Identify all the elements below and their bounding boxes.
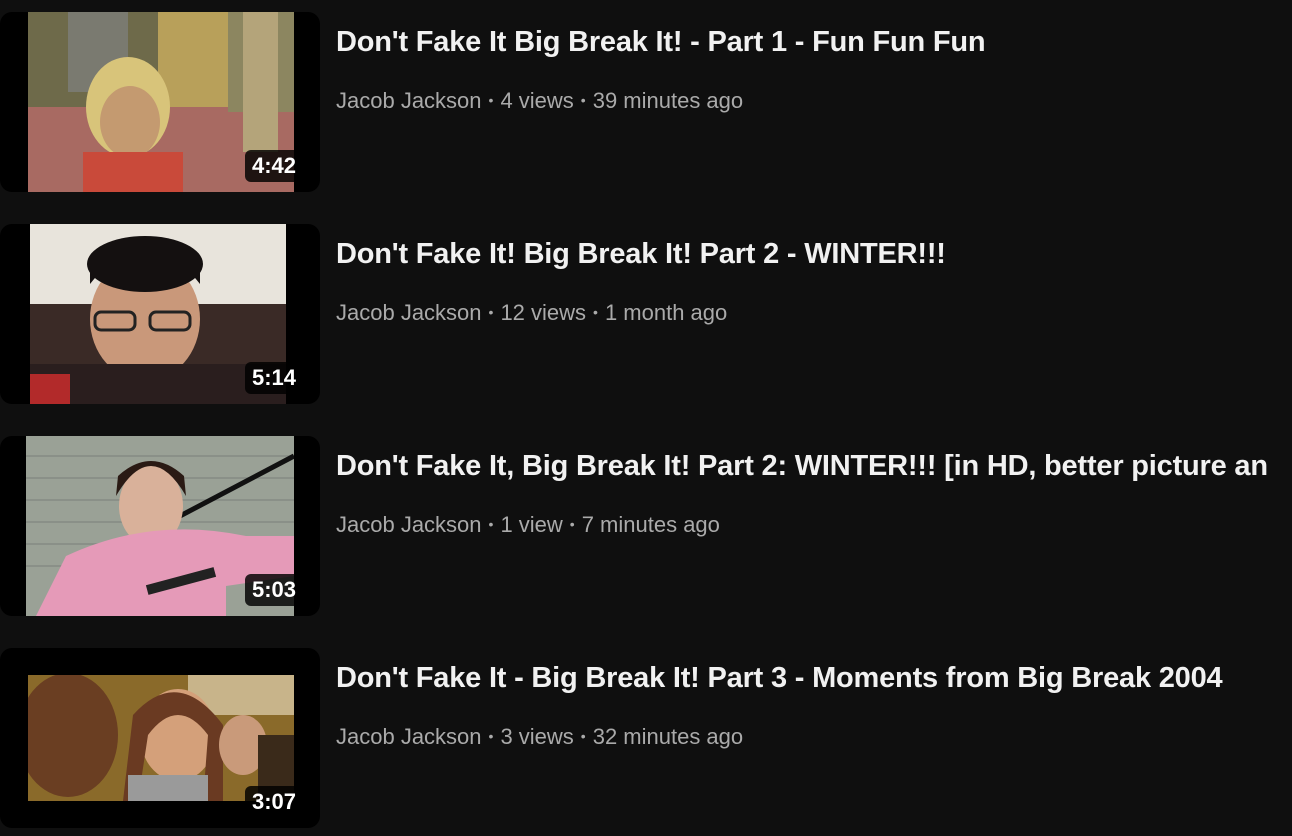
view-count: 1 view <box>500 512 563 537</box>
separator-dot: • <box>488 728 494 744</box>
video-item[interactable]: 4:42 Don't Fake It Big Break It! - Part … <box>0 12 1292 194</box>
upload-age: 32 minutes ago <box>592 724 744 749</box>
view-count: 3 views <box>500 724 574 749</box>
channel-name[interactable]: Jacob Jackson <box>336 724 482 749</box>
video-byline: Jacob Jackson • 1 view • 7 minutes ago <box>336 512 720 538</box>
thumbnail-image <box>28 675 294 801</box>
video-byline: Jacob Jackson • 3 views • 32 minutes ago <box>336 724 743 750</box>
separator-dot: • <box>593 304 598 320</box>
video-thumbnail[interactable]: 3:07 <box>0 648 320 828</box>
video-title[interactable]: Don't Fake It! Big Break It! Part 2 - WI… <box>336 238 946 271</box>
separator-dot: • <box>488 516 494 532</box>
video-thumbnail[interactable]: 5:14 <box>0 224 320 404</box>
channel-name[interactable]: Jacob Jackson <box>336 88 482 113</box>
view-count: 4 views <box>500 88 574 113</box>
separator-dot: • <box>569 516 575 532</box>
video-item[interactable]: 5:14 Don't Fake It! Big Break It! Part 2… <box>0 224 1292 406</box>
separator-dot: • <box>488 304 494 320</box>
video-byline: Jacob Jackson • 4 views • 39 minutes ago <box>336 88 743 114</box>
video-duration: 4:42 <box>244 150 303 182</box>
separator-dot: • <box>488 92 494 108</box>
video-item[interactable]: 5:03 Don't Fake It, Big Break It! Part 2… <box>0 436 1292 618</box>
channel-name[interactable]: Jacob Jackson <box>336 512 482 537</box>
upload-age: 39 minutes ago <box>592 88 744 113</box>
channel-name[interactable]: Jacob Jackson <box>336 300 482 325</box>
video-thumbnail[interactable]: 5:03 <box>0 436 320 616</box>
separator-dot: • <box>580 728 586 744</box>
video-duration: 5:03 <box>244 574 303 606</box>
video-duration: 5:14 <box>244 362 303 394</box>
video-thumbnail[interactable]: 4:42 <box>0 12 320 192</box>
video-title[interactable]: Don't Fake It - Big Break It! Part 3 - M… <box>336 662 1223 695</box>
video-title[interactable]: Don't Fake It Big Break It! - Part 1 - F… <box>336 26 986 59</box>
upload-age: 7 minutes ago <box>581 512 720 537</box>
video-duration: 3:07 <box>244 786 303 818</box>
separator-dot: • <box>580 92 586 108</box>
view-count: 12 views <box>500 300 587 325</box>
video-item[interactable]: 3:07 Don't Fake It - Big Break It! Part … <box>0 648 1292 830</box>
video-byline: Jacob Jackson • 12 views • 1 month ago <box>336 300 727 326</box>
upload-age: 1 month ago <box>604 300 728 325</box>
video-title[interactable]: Don't Fake It, Big Break It! Part 2: WIN… <box>336 450 1268 483</box>
